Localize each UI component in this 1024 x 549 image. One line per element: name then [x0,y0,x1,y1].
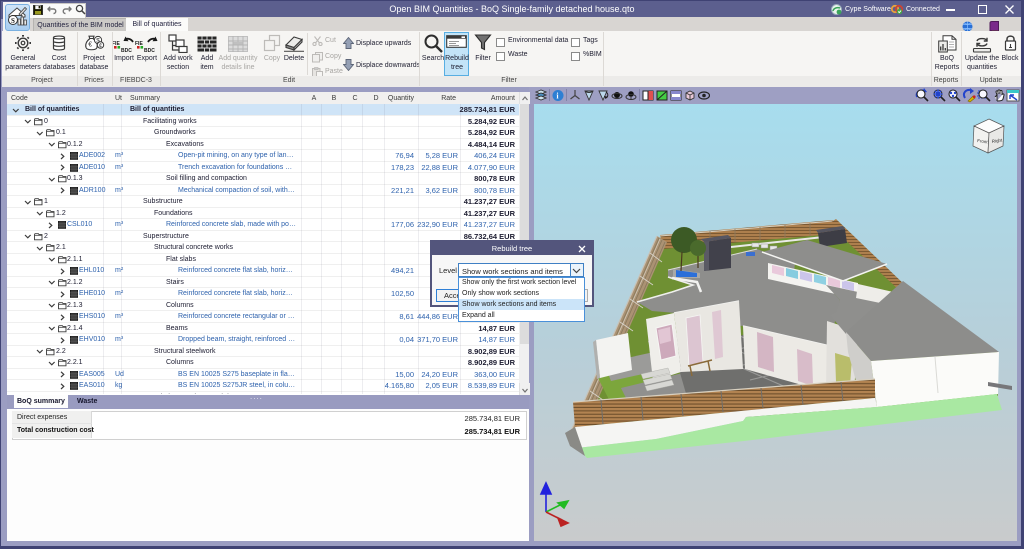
svg-text:S: S [11,17,15,25]
svg-text:¢: ¢ [99,43,102,49]
svg-text:BDC: BDC [144,48,155,53]
svg-text:BDC: BDC [121,48,132,53]
svg-text:€: € [88,42,92,49]
